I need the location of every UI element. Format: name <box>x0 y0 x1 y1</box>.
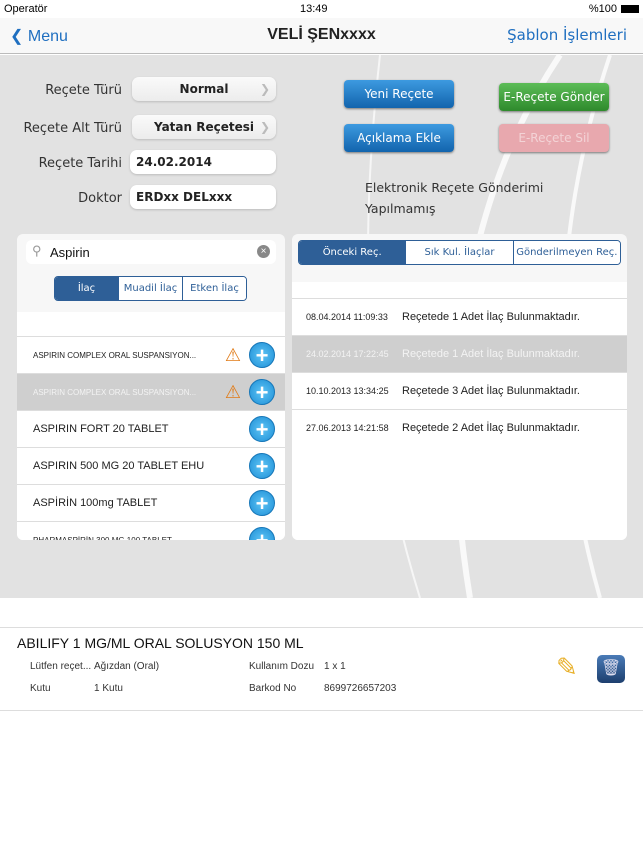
tab-previous-prescriptions[interactable]: Önceki Reç. <box>299 241 406 264</box>
edit-pencil-icon[interactable]: ✎ <box>556 652 578 683</box>
warning-icon: ⚠ <box>224 344 241 365</box>
history-list: 08.04.2014 11:09:33 Reçetede 1 Adet İlaç … <box>292 282 627 540</box>
submission-status: Elektronik Reçete Gönderimi Yapılmamış <box>365 180 544 216</box>
drug-row[interactable]: ASPIRIN COMPLEX ORAL SUSPANSIYON... ⚠ + <box>17 336 285 373</box>
add-drug-icon[interactable]: + <box>249 379 275 405</box>
dose-label: Kullanım Dozu <box>249 661 315 672</box>
back-button[interactable]: ❮ Menu <box>10 26 68 46</box>
tab-drug[interactable]: İlaç <box>55 277 118 300</box>
add-drug-icon[interactable]: + <box>249 490 275 516</box>
subtype-label: Reçete Alt Türü <box>23 121 122 136</box>
carrier: Operatör <box>4 3 48 15</box>
delete-e-prescription-button[interactable]: E-Reçete Sil <box>499 124 609 152</box>
chevron-right-icon: ❯ <box>259 120 270 134</box>
box-label: Kutu <box>30 683 51 694</box>
barcode-label: Barkod No <box>249 683 297 694</box>
history-tabs: Önceki Reç. Sık Kul. İlaçlar Gönderilmey… <box>298 240 621 265</box>
history-date: 10.10.2013 13:34:25 <box>306 386 389 396</box>
type-label: Reçete Türü <box>45 83 122 98</box>
drug-name: ASPIRIN COMPLEX ORAL SUSPANSIYON... <box>33 387 197 397</box>
chevron-right-icon: ❯ <box>259 82 270 96</box>
drug-row[interactable]: PHARMASPİRİN 300 MG 100 TABLET + <box>17 521 285 540</box>
tab-frequent-drugs[interactable]: Sık Kul. İlaçlar <box>405 241 513 264</box>
tab-equivalent-drug[interactable]: Muadil İlaç <box>118 277 182 300</box>
chevron-left-icon: ❮ <box>10 28 28 45</box>
tab-active-ingredient[interactable]: Etken İlaç <box>182 277 246 300</box>
barcode-value: 8699726657203 <box>324 683 397 694</box>
delete-trash-icon[interactable]: 🗑 <box>597 655 625 683</box>
drug-row[interactable]: ASPIRIN FORT 20 TABLET + <box>17 410 285 447</box>
battery-icon <box>621 5 639 13</box>
search-icon: ⚲ <box>32 243 42 258</box>
date-field[interactable]: 24.02.2014 <box>130 150 276 174</box>
drug-row[interactable]: ASPİRİN 100mg TABLET + <box>17 484 285 521</box>
add-drug-icon[interactable]: + <box>249 527 275 540</box>
history-row[interactable]: 24.02.2014 17:22:45 Reçetede 1 Adet İlaç … <box>292 335 627 372</box>
subtype-select[interactable]: Yatan Reçetesi ❯ <box>132 115 276 139</box>
drug-name: ASPIRIN COMPLEX ORAL SUSPANSIYON... <box>33 350 197 360</box>
drug-name: ASPİRİN 100mg TABLET <box>33 497 158 509</box>
add-drug-icon[interactable]: + <box>249 416 275 442</box>
history-summary: Reçetede 3 Adet İlaç Bulunmaktadır. <box>402 385 580 397</box>
history-date: 27.06.2013 14:21:58 <box>306 423 389 433</box>
history-summary: Reçetede 1 Adet İlaç Bulunmaktadır. <box>402 348 580 360</box>
drug-row[interactable]: ASPIRIN COMPLEX ORAL SUSPANSIYON... ⚠ + <box>17 373 285 410</box>
drug-row[interactable]: ASPIRIN 500 MG 20 TABLET EHU + <box>17 447 285 484</box>
history-panel: Önceki Reç. Sık Kul. İlaçlar Gönderilmey… <box>292 234 627 540</box>
drug-name: ASPIRIN 500 MG 20 TABLET EHU <box>33 460 205 472</box>
add-drug-icon[interactable]: + <box>249 342 275 368</box>
history-row[interactable]: 10.10.2013 13:34:25 Reçetede 3 Adet İlaç … <box>292 372 627 409</box>
selected-drug-item[interactable]: ABILIFY 1 MG/ML ORAL SOLUSYON 150 ML Lüt… <box>0 627 643 711</box>
add-drug-icon[interactable]: + <box>249 453 275 479</box>
clock: 13:49 <box>300 3 328 15</box>
type-select[interactable]: Normal ❯ <box>132 77 276 101</box>
warning-icon: ⚠ <box>224 381 241 402</box>
route-label: Lütfen reçet... <box>30 661 92 672</box>
date-label: Reçete Tarihi <box>38 156 122 171</box>
tab-unsent-prescriptions[interactable]: Gönderilmeyen Reç. <box>512 241 620 264</box>
history-date: 24.02.2014 17:22:45 <box>306 349 389 359</box>
history-row[interactable]: 08.04.2014 11:09:33 Reçetede 1 Adet İlaç … <box>292 298 627 335</box>
drug-name: ASPIRIN FORT 20 TABLET <box>33 423 169 435</box>
history-date: 08.04.2014 11:09:33 <box>306 312 388 322</box>
dose-value: 1 x 1 <box>324 661 346 672</box>
drug-name: PHARMASPİRİN 300 MG 100 TABLET <box>33 535 172 541</box>
history-summary: Reçetede 1 Adet İlaç Bulunmaktadır. <box>402 311 580 323</box>
new-prescription-button[interactable]: Yeni Reçete <box>344 80 454 108</box>
selected-drug-name: ABILIFY 1 MG/ML ORAL SOLUSYON 150 ML <box>17 635 304 651</box>
search-type-tabs: İlaç Muadil İlaç Etken İlaç <box>54 276 247 301</box>
history-summary: Reçetede 2 Adet İlaç Bulunmaktadır. <box>402 422 580 434</box>
send-e-prescription-button[interactable]: E-Reçete Gönder <box>499 83 609 111</box>
drug-search-panel: ⚲ Aspirin × İlaç Muadil İlaç Etken İlaç … <box>17 234 285 540</box>
search-input[interactable]: ⚲ Aspirin × <box>26 240 276 264</box>
box-value: 1 Kutu <box>94 683 123 694</box>
status-bar: Operatör 13:49 %100 <box>0 0 643 18</box>
template-actions-button[interactable]: Şablon İşlemleri <box>507 26 627 44</box>
add-note-button[interactable]: Açıklama Ekle <box>344 124 454 152</box>
doctor-label: Doktor <box>78 191 122 206</box>
drug-list: ASPIRIN COMPLEX ORAL SUSPANSIYON... ⚠ + ASP… <box>17 312 285 540</box>
history-row[interactable]: 27.06.2013 14:21:58 Reçetede 2 Adet İlaç … <box>292 409 627 446</box>
doctor-field[interactable]: ERDxx DELxxx <box>130 185 276 209</box>
clear-icon[interactable]: × <box>257 245 270 258</box>
route-value: Ağızdan (Oral) <box>94 661 160 672</box>
nav-bar: ❮ Menu VELİ ŞENxxxx Şablon İşlemleri <box>0 18 643 54</box>
battery-level: %100 <box>588 3 617 15</box>
